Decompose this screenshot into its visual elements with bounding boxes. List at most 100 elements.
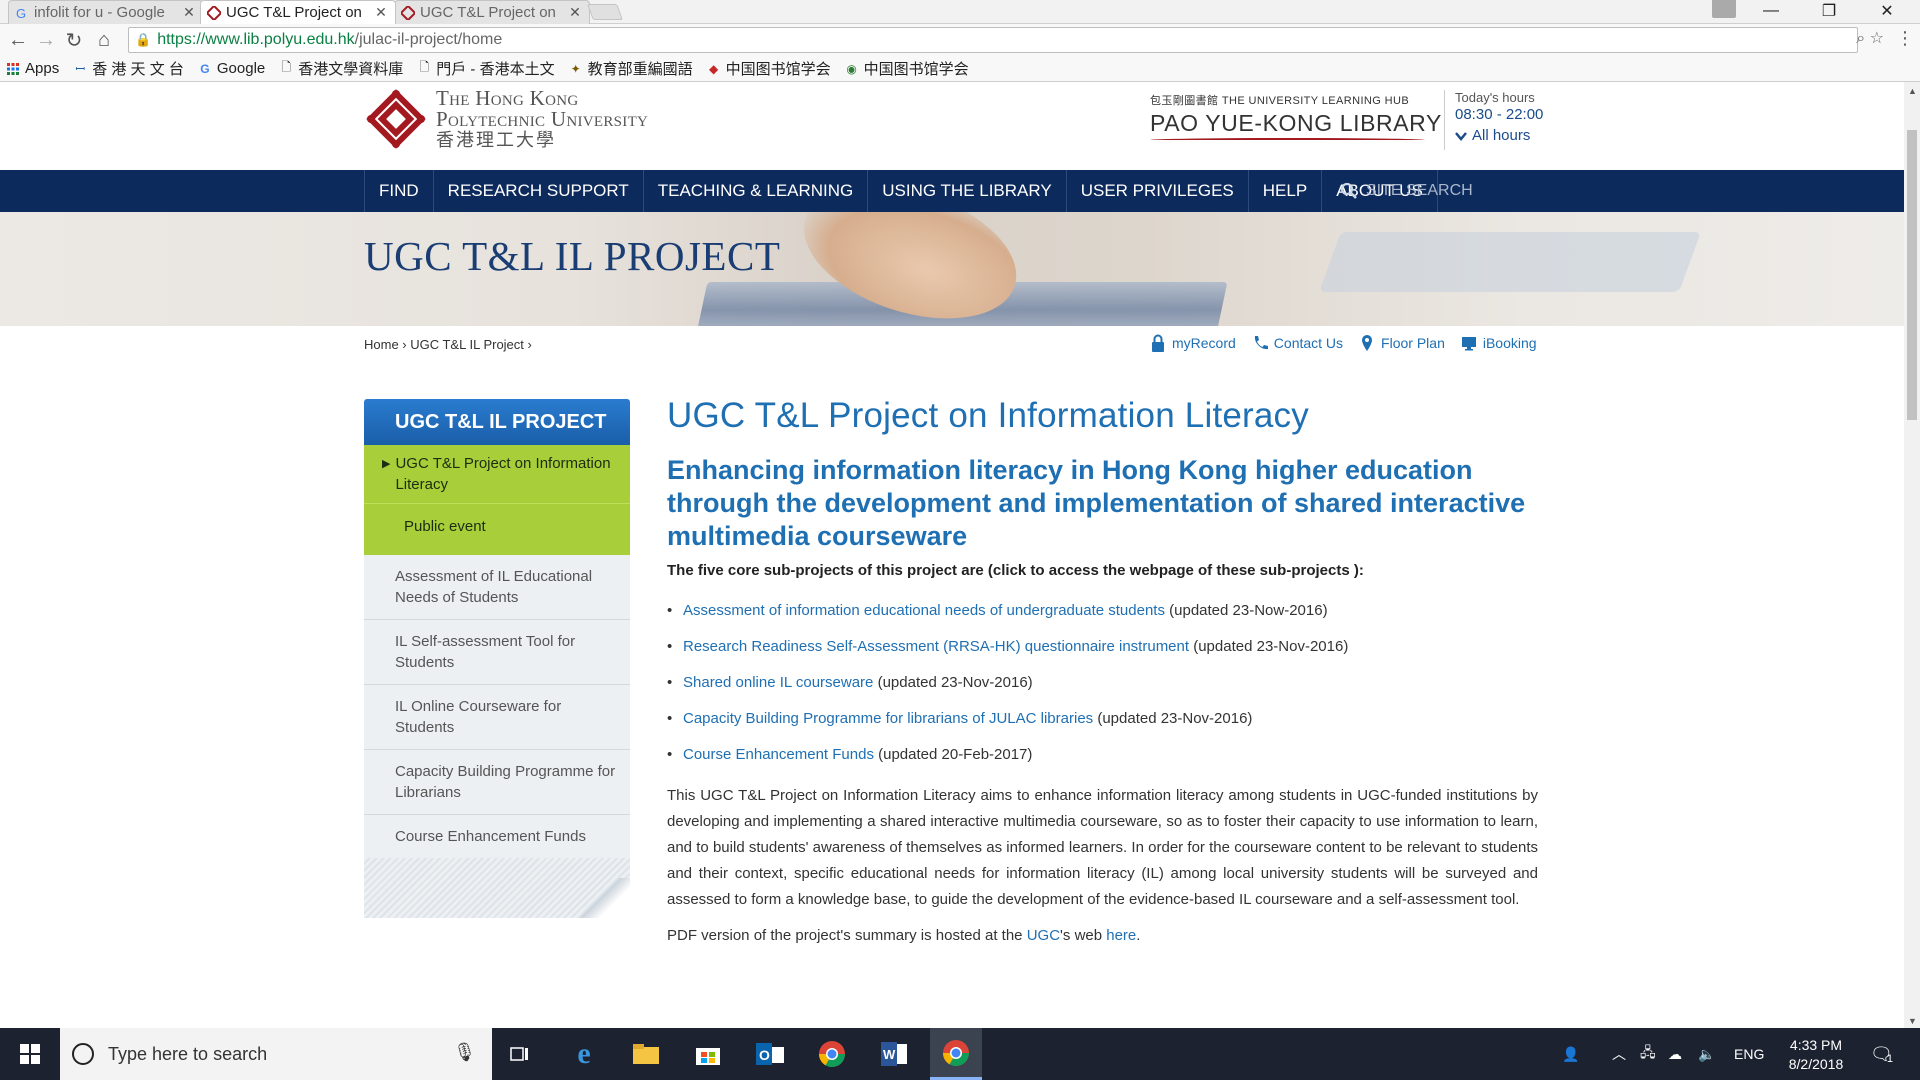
sidebar-item-current[interactable]: ▶ UGC T&L Project on Information Literac… <box>364 445 630 503</box>
nav-teaching-learning[interactable]: TEACHING & LEARNING <box>642 170 868 212</box>
page-subtitle: Enhancing information literacy in Hong K… <box>667 455 1526 551</box>
subproject-link[interactable]: Course Enhancement Funds <box>683 746 874 763</box>
clock-date: 8/2/2018 <box>1788 1056 1844 1072</box>
banner-title: UGC T&L IL PROJECT <box>364 233 781 279</box>
tab-close-icon[interactable]: ✕ <box>373 4 389 21</box>
edge-browser-icon[interactable]: e <box>558 1028 610 1080</box>
chrome-active-icon[interactable] <box>930 1028 982 1080</box>
myrecord-link[interactable]: myRecord <box>1150 334 1236 352</box>
onedrive-icon[interactable]: ☁ <box>1668 1028 1682 1080</box>
reload-icon[interactable]: ↻ <box>62 28 86 52</box>
sidebar-item-capacity-building[interactable]: Capacity Building Programme for Libraria… <box>364 750 630 815</box>
subproject-link[interactable]: Research Readiness Self-Assessment (RRSA… <box>683 638 1189 655</box>
sidebar-item-online-courseware[interactable]: IL Online Courseware for Students <box>364 685 630 750</box>
action-center-icon[interactable]: 🗨 1 <box>1870 1028 1893 1080</box>
bookmark-apps[interactable]: Apps <box>6 60 59 77</box>
browser-tab-1[interactable]: G infolit for u - Google ✕ <box>8 0 204 24</box>
breadcrumb[interactable]: Home › UGC T&L IL Project › <box>364 337 532 352</box>
store-icon[interactable] <box>682 1028 734 1080</box>
volume-icon[interactable]: 🔈 <box>1698 1028 1715 1080</box>
scroll-down-icon[interactable]: ▼ <box>1908 1016 1917 1026</box>
subproject-updated: (updated 23-Now-2016) <box>1164 602 1328 619</box>
browser-tab-2[interactable]: UGC T&L Project on ✕ <box>200 0 396 24</box>
close-window-icon[interactable]: ✕ <box>1864 0 1910 22</box>
bookmark-label: 香 港 天 文 台 <box>92 61 184 78</box>
ugc-link[interactable]: UGC <box>1027 927 1060 944</box>
nav-using-the-library[interactable]: USING THE LIBRARY <box>867 170 1065 212</box>
bookmark-lsc-2[interactable]: ◉ 中国图书馆学会 <box>845 58 968 79</box>
opening-hours: Today's hours 08:30 - 22:00 All hours <box>1444 90 1543 150</box>
new-tab-button[interactable] <box>587 4 623 20</box>
sidebar-footer-decoration <box>364 858 630 918</box>
polyu-logo[interactable]: The Hong Kong Polytechnic University 香港理… <box>364 84 704 154</box>
address-bar[interactable]: 🔒 https://www.lib.polyu.edu.hk/julac-il-… <box>128 27 1858 53</box>
browser-toolbar: ← → ↻ ⌂ 🔒 https://www.lib.polyu.edu.hk/j… <box>0 24 1920 56</box>
tray-chevron-up-icon[interactable]: ︿ <box>1612 1028 1626 1080</box>
bookmark-moe[interactable]: ✦ 教育部重編國語 <box>569 58 693 79</box>
outlook-icon[interactable]: O <box>744 1028 796 1080</box>
project-description: This UGC T&L Project on Information Lite… <box>667 787 1538 908</box>
file-explorer-icon[interactable] <box>620 1028 672 1080</box>
sidebar-item-public-event[interactable]: Public event <box>364 503 630 555</box>
chrome-icon[interactable] <box>806 1028 858 1080</box>
people-icon[interactable]: 👤 <box>1562 1028 1579 1080</box>
windows-start-button[interactable] <box>0 1028 60 1080</box>
network-icon[interactable]: 🖧 <box>1640 1028 1656 1080</box>
nav-find[interactable]: FIND <box>364 170 433 212</box>
bookmark-hk-lit[interactable]: 🗋 香港文學資料庫 <box>279 58 403 79</box>
all-hours-link[interactable]: All hours <box>1455 127 1543 144</box>
sidebar-item-assessment[interactable]: Assessment of IL Educational Needs of St… <box>364 555 630 620</box>
nav-user-privileges[interactable]: USER PRIVILEGES <box>1065 170 1248 212</box>
subproject-link[interactable]: Assessment of information educational ne… <box>683 602 1165 619</box>
contact-us-link[interactable]: Contact Us <box>1252 334 1343 352</box>
taskbar-clock[interactable]: 4:33 PM 8/2/2018 <box>1782 1036 1850 1074</box>
home-icon[interactable]: ⌂ <box>92 28 116 52</box>
moe-icon: ✦ <box>570 61 581 76</box>
bookmark-star-icon[interactable]: ☆ <box>1870 30 1884 47</box>
nav-research-support[interactable]: RESEARCH SUPPORT <box>432 170 643 212</box>
back-arrow-icon[interactable]: ← <box>6 28 30 52</box>
tab-close-icon[interactable]: ✕ <box>567 4 583 21</box>
bookmark-lsc-1[interactable]: ◆ 中国图书馆学会 <box>707 58 831 79</box>
bookmark-label: 門戶 - 香港本土文 <box>436 61 555 78</box>
minimize-icon[interactable]: — <box>1748 0 1794 22</box>
university-name-line1: The Hong Kong <box>436 85 579 110</box>
bookmark-hko[interactable]: ꟷ 香 港 天 文 台 <box>73 58 184 79</box>
subproject-updated: (updated 20-Feb-2017) <box>873 746 1033 763</box>
bookmark-portal[interactable]: 🗋 門戶 - 香港本土文 <box>417 58 554 79</box>
browser-menu-icon[interactable]: ⋮ <box>1896 28 1914 49</box>
zoom-icon[interactable]: ⌕ <box>1856 30 1865 47</box>
forward-arrow-icon[interactable]: → <box>34 28 58 52</box>
nav-help[interactable]: HELP <box>1247 170 1321 212</box>
task-view-icon[interactable] <box>494 1028 546 1080</box>
svg-text:O: O <box>759 1047 770 1063</box>
google-g-icon: G <box>200 61 210 76</box>
restore-icon[interactable]: ❐ <box>1806 0 1852 22</box>
bookmark-google[interactable]: G Google <box>198 60 265 77</box>
map-pin-icon <box>1362 335 1373 351</box>
library-logo[interactable]: 包玉剛圖書館 THE UNIVERSITY LEARNING HUB PAO Y… <box>1150 92 1441 144</box>
all-hours-label: All hours <box>1472 127 1531 144</box>
sidebar-heading[interactable]: UGC T&L IL PROJECT <box>364 399 630 445</box>
ibooking-link[interactable]: iBooking <box>1461 334 1537 352</box>
cortana-icon <box>72 1043 94 1065</box>
floor-plan-link[interactable]: Floor Plan <box>1359 334 1445 352</box>
page-scrollbar[interactable]: ▲ ▼ <box>1904 82 1920 1028</box>
scroll-up-icon[interactable]: ▲ <box>1908 86 1917 96</box>
subproject-link[interactable]: Capacity Building Programme for libraria… <box>683 710 1093 727</box>
sidebar-item-self-assessment[interactable]: IL Self-assessment Tool for Students <box>364 620 630 685</box>
tab-title: UGC T&L Project on <box>420 4 556 21</box>
taskbar-search-input[interactable]: Type here to search 🎙 <box>60 1028 492 1080</box>
here-link[interactable]: here <box>1106 927 1136 944</box>
subproject-link[interactable]: Shared online IL courseware <box>683 674 873 691</box>
word-icon[interactable]: W <box>868 1028 920 1080</box>
sidebar-item-course-enhancement[interactable]: Course Enhancement Funds <box>364 815 630 858</box>
microphone-icon[interactable]: 🎙 <box>453 1042 476 1063</box>
browser-tab-3[interactable]: UGC T&L Project on ✕ <box>394 0 590 24</box>
site-search-input[interactable]: SITE SEARCH <box>1340 170 1473 212</box>
pdf-summary-note: PDF version of the project's summary is … <box>667 927 1538 944</box>
tab-close-icon[interactable]: ✕ <box>181 4 197 21</box>
scrollbar-thumb[interactable] <box>1907 130 1917 420</box>
language-indicator[interactable]: ENG <box>1734 1028 1764 1080</box>
profile-icon[interactable] <box>1712 0 1736 18</box>
